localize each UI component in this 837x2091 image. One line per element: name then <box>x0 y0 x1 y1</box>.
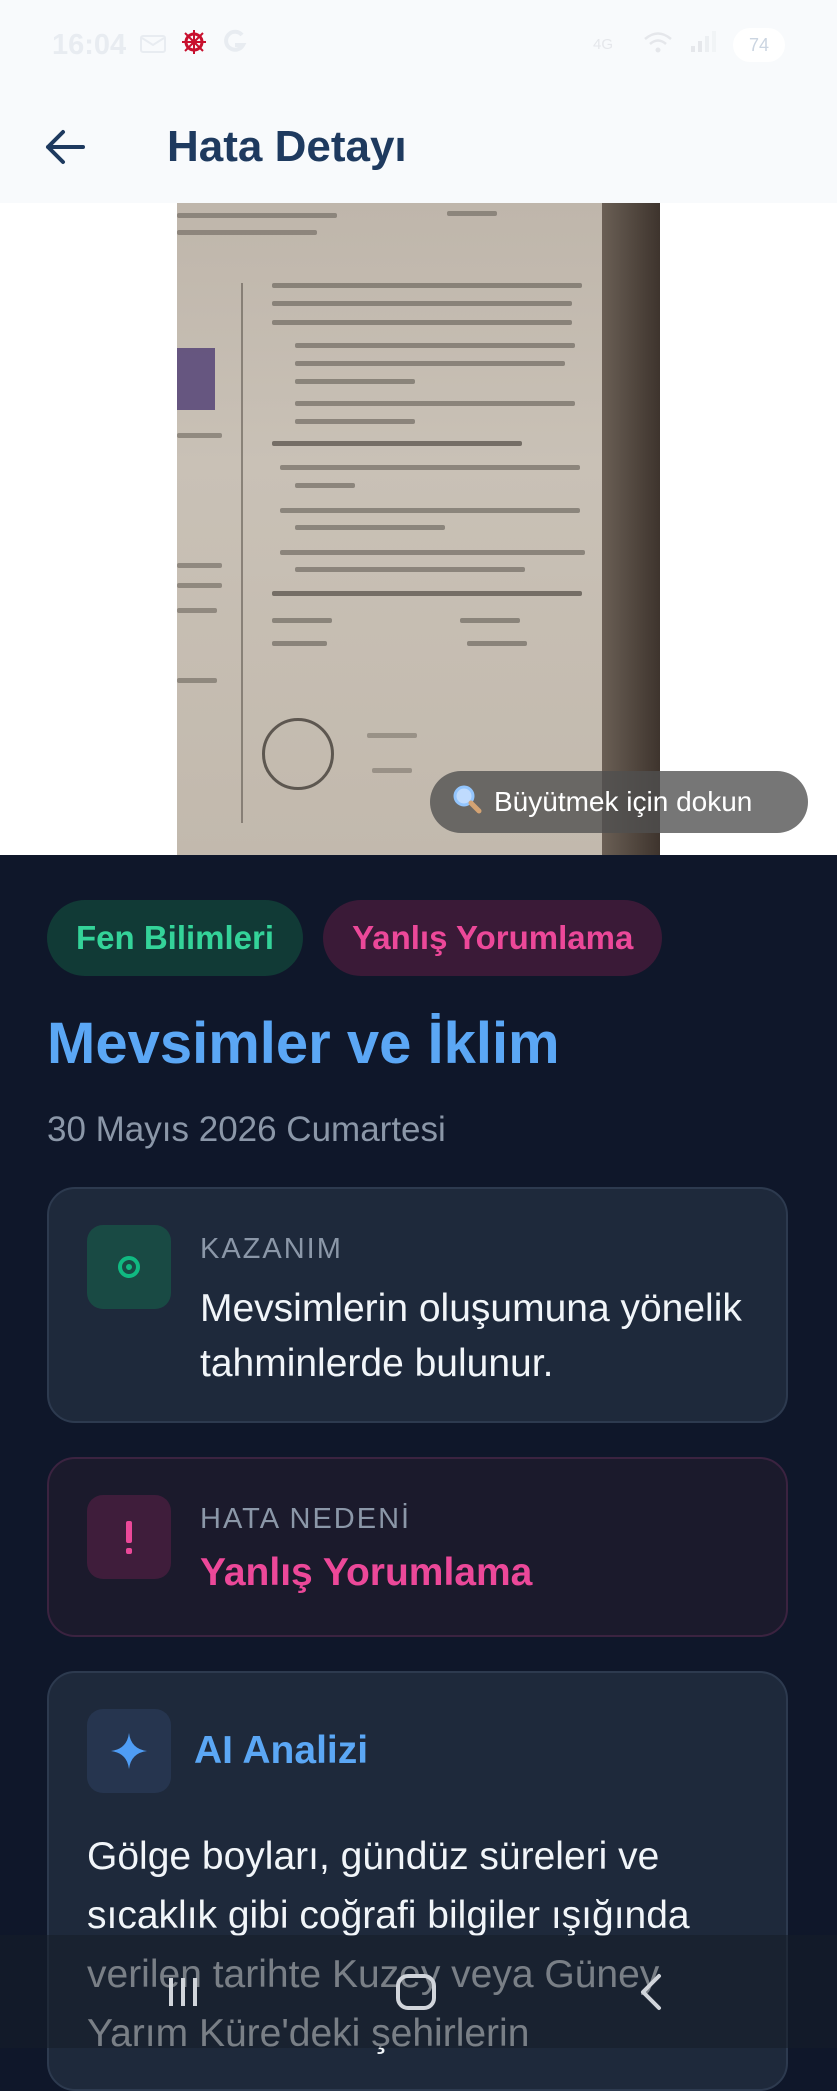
kazanim-label: KAZANIM <box>200 1233 343 1265</box>
target-icon <box>87 1225 171 1309</box>
app-bar: Hata Detayı <box>0 90 837 203</box>
exclamation-icon <box>87 1495 171 1579</box>
error-reason-card: HATA NEDENİ Yanlış Yorumlama <box>47 1457 788 1637</box>
question-image <box>177 203 660 855</box>
svg-text:4G: 4G <box>593 36 613 53</box>
mistake-type-tag: Yanlış Yorumlama <box>323 900 663 976</box>
home-button[interactable] <box>391 1967 441 2017</box>
mistake-details: Fen Bilimleri Yanlış Yorumlama Mevsimler… <box>0 855 837 2091</box>
kazanim-card: KAZANIM Mevsimlerin oluşumuna yönelik ta… <box>47 1187 788 1423</box>
recent-apps-button[interactable] <box>158 1967 208 2017</box>
nav-back-button[interactable] <box>625 1967 675 2017</box>
sparkle-icon <box>87 1709 171 1793</box>
kazanim-text: Mevsimlerin oluşumuna yönelik tahminlerd… <box>200 1287 742 1385</box>
google-icon <box>222 27 248 64</box>
arrow-left-icon <box>46 129 85 164</box>
subject-tag: Fen Bilimleri <box>47 900 304 976</box>
zoom-hint-label: Büyütmek için dokun <box>494 786 753 817</box>
volte-icon: 4G <box>593 29 627 61</box>
recent-apps-icon <box>169 1978 197 2006</box>
tag-list: Fen Bilimleri Yanlış Yorumlama <box>47 900 663 976</box>
app-notification-icon <box>180 28 208 63</box>
zoom-hint[interactable]: Büyütmek için dokun <box>430 771 808 833</box>
signal-icon <box>689 29 717 61</box>
error-reason-label: HATA NEDENİ <box>200 1503 412 1535</box>
ai-analysis-title: AI Analizi <box>194 1729 369 1772</box>
top-bar: 16:04 4G 74 Hata Detayı <box>0 0 837 204</box>
wifi-icon <box>643 29 673 61</box>
message-icon <box>140 29 167 61</box>
magnifier-icon <box>452 784 482 821</box>
question-photo[interactable]: Büyütmek için dokun <box>0 203 837 855</box>
error-reason-value: Yanlış Yorumlama <box>200 1551 533 1594</box>
status-time: 16:04 <box>52 28 127 61</box>
home-icon <box>396 1974 436 2010</box>
chevron-left-icon <box>641 1974 661 2010</box>
topic-title: Mevsimler ve İklim <box>47 1011 560 1076</box>
page-title: Hata Detayı <box>167 121 407 171</box>
back-button[interactable] <box>35 117 95 177</box>
mistake-date: 30 Mayıs 2026 Cumartesi <box>47 1110 446 1149</box>
battery-indicator: 74 <box>733 28 785 62</box>
system-nav-bar <box>0 1935 837 2048</box>
status-bar: 16:04 4G 74 <box>0 0 837 90</box>
